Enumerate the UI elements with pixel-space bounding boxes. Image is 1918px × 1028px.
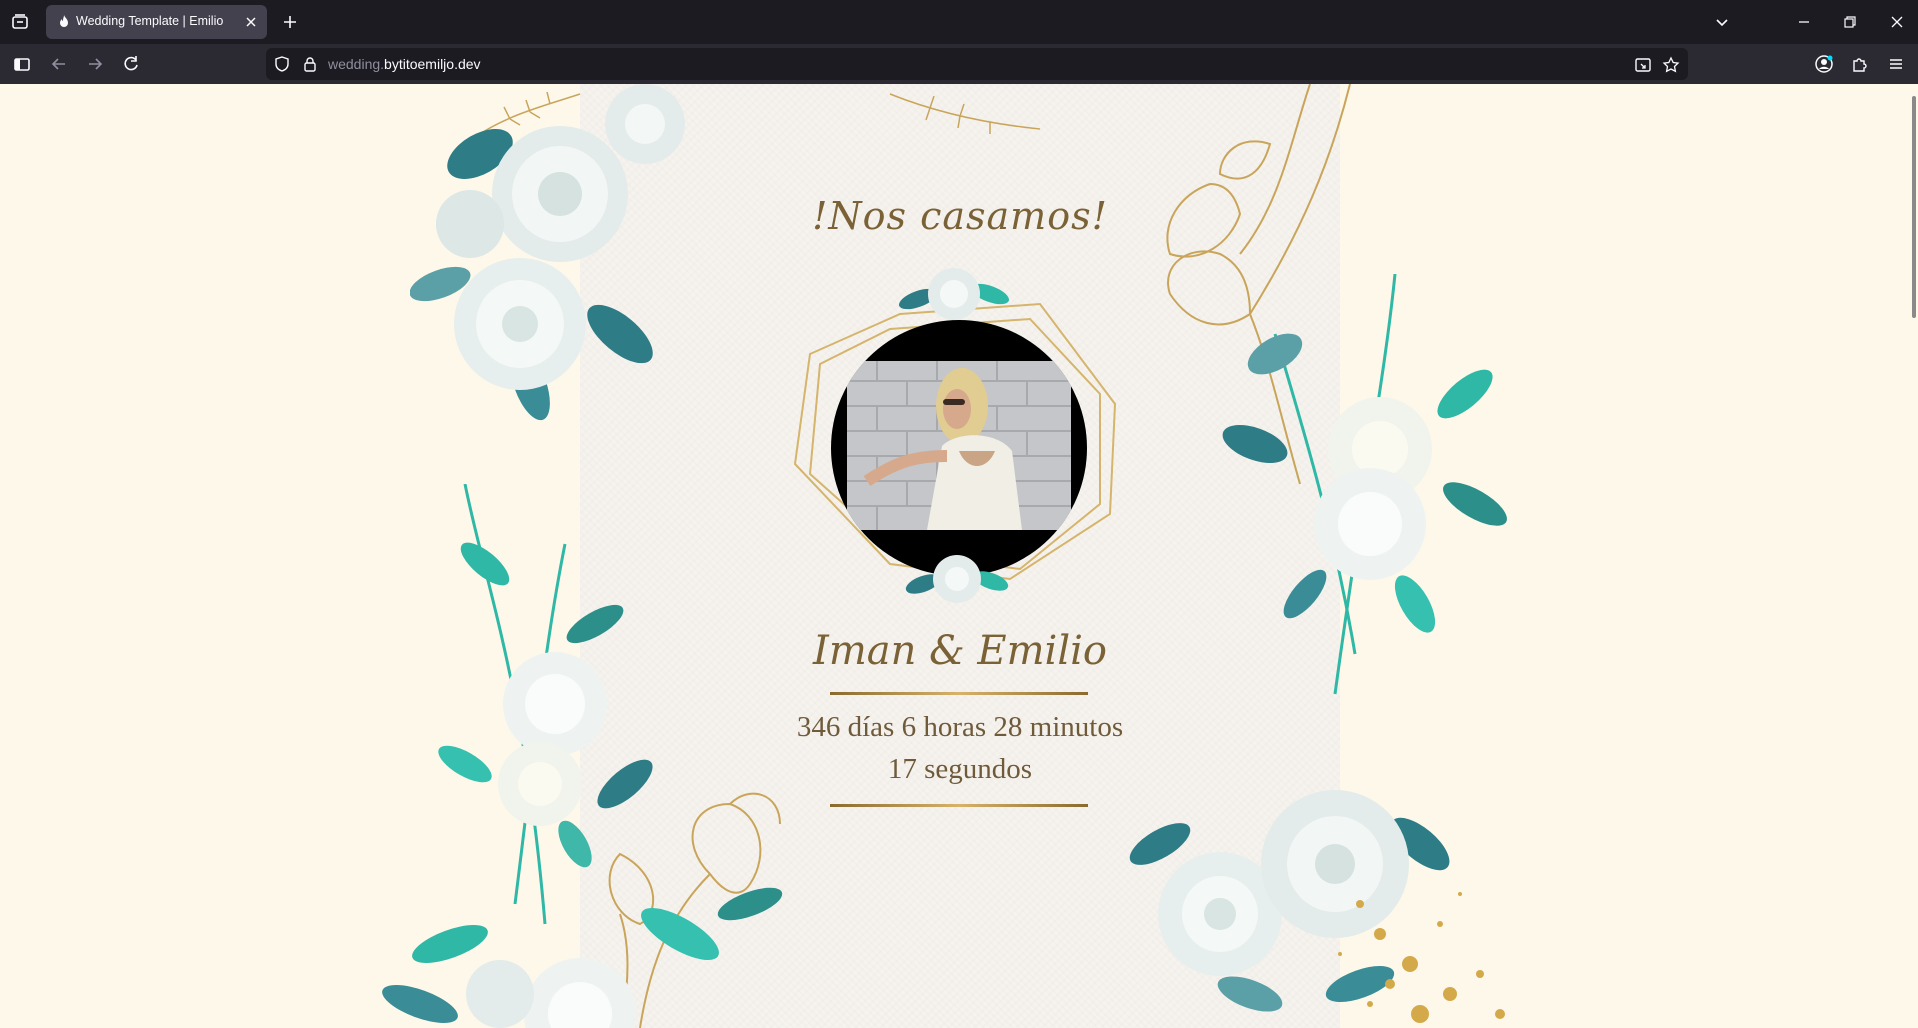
page-viewport: !Nos casamos! Iman & Emilio 346 días 6 h…: [0, 84, 1918, 1028]
star-icon[interactable]: [1662, 56, 1680, 74]
wedding-heading: !Nos casamos!: [812, 194, 1108, 238]
window-close-icon[interactable]: [1885, 10, 1909, 34]
account-icon[interactable]: [1814, 54, 1834, 74]
tab-title: Wedding Template | Emilio: [76, 14, 224, 28]
couple-photo: [847, 361, 1071, 530]
countdown-line-2: 17 segundos: [887, 753, 1033, 785]
url-bar[interactable]: wedding.bytitoemiljo.dev: [266, 48, 1688, 80]
minimize-icon[interactable]: [1792, 10, 1816, 34]
url-prefix: wedding.: [328, 56, 385, 72]
arrow-left-icon[interactable]: [47, 52, 71, 76]
floral-cluster-bottom-left: [382, 887, 783, 1028]
couple-photo-frame: [831, 320, 1087, 576]
puzzle-icon[interactable]: [1850, 54, 1870, 74]
floral-accent-frame-bottom: [905, 555, 1009, 603]
active-tab[interactable]: Wedding Template | Emilio: [46, 5, 267, 39]
lock-icon[interactable]: [302, 56, 318, 72]
flame-icon: [56, 14, 72, 30]
browser-tab-bar: Wedding Template | Emilio: [0, 0, 1918, 44]
floral-cluster-right: [1222, 274, 1507, 695]
picture-in-picture-icon[interactable]: [1634, 56, 1652, 74]
gold-divider-top: [830, 692, 1088, 695]
tab-list-icon[interactable]: [8, 10, 32, 34]
couple-names: Iman & Emilio: [813, 628, 1107, 674]
gold-glitter-splash: [1338, 892, 1505, 1023]
restore-icon[interactable]: [1838, 10, 1862, 34]
countdown-line-1: 346 días 6 horas 28 minutos: [796, 711, 1124, 743]
gold-sprig-top-center: [889, 93, 1041, 134]
floral-cluster-top-left: [410, 84, 685, 421]
countdown: 346 días 6 horas 28 minutos 17 segundos: [760, 706, 1160, 790]
browser-nav-bar: wedding.bytitoemiljo.dev: [0, 44, 1918, 84]
close-icon[interactable]: [241, 12, 261, 32]
arrow-right-icon[interactable]: [83, 52, 107, 76]
url-text[interactable]: wedding.bytitoemiljo.dev: [328, 56, 481, 72]
sidebar-icon[interactable]: [10, 52, 34, 76]
scrollbar[interactable]: [1912, 96, 1916, 318]
floral-accent-frame-top: [899, 268, 1009, 320]
plus-icon[interactable]: [278, 10, 302, 34]
url-host: bytitoemiljo.dev: [384, 56, 481, 72]
hamburger-icon[interactable]: [1886, 54, 1906, 74]
reload-icon[interactable]: [119, 52, 143, 76]
gold-divider-bottom: [830, 804, 1088, 807]
chevron-down-icon[interactable]: [1710, 10, 1734, 34]
shield-icon[interactable]: [274, 56, 290, 72]
